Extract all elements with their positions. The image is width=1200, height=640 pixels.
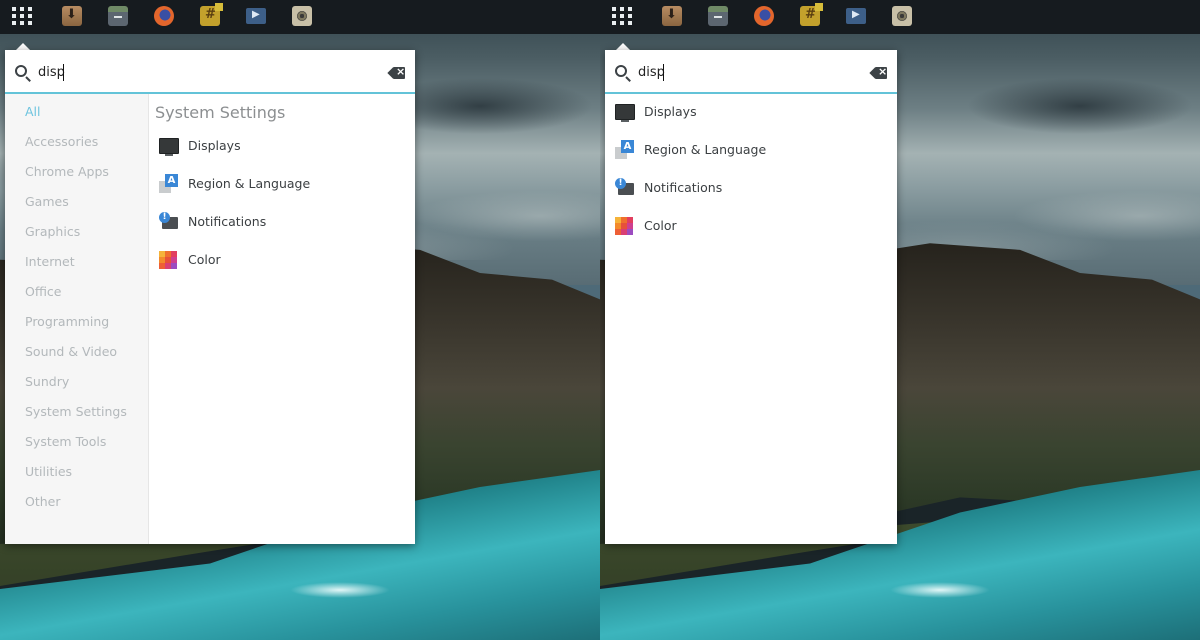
hexchat-icon[interactable] bbox=[200, 3, 223, 26]
category-utilities[interactable]: Utilities bbox=[25, 464, 72, 479]
desktop-categorized-view: × All Accessories Chrome Apps Games Grap… bbox=[0, 0, 600, 640]
result-notifications[interactable]: Notifications bbox=[159, 208, 409, 238]
video-player-icon[interactable] bbox=[846, 8, 866, 24]
notifications-icon bbox=[159, 212, 179, 232]
result-notifications[interactable]: Notifications bbox=[615, 174, 885, 204]
app-launcher-popover: × Displays Region & Language Notificatio… bbox=[605, 50, 897, 544]
result-label: Notifications bbox=[644, 180, 723, 195]
region-language-icon bbox=[615, 140, 635, 160]
downloads-icon[interactable] bbox=[62, 6, 82, 26]
applications-menu-button[interactable] bbox=[12, 7, 34, 27]
result-label: Region & Language bbox=[188, 176, 311, 191]
color-icon bbox=[159, 251, 177, 269]
search-bar: × bbox=[5, 50, 415, 94]
result-label: Notifications bbox=[188, 214, 267, 229]
top-panel bbox=[600, 0, 1200, 34]
video-player-icon[interactable] bbox=[246, 8, 266, 24]
search-bar: × bbox=[605, 50, 897, 94]
display-icon bbox=[615, 104, 635, 122]
section-title: System Settings bbox=[155, 103, 286, 122]
text-caret bbox=[63, 64, 64, 81]
downloads-icon[interactable] bbox=[662, 6, 682, 26]
app-launcher-popover: × All Accessories Chrome Apps Games Grap… bbox=[5, 50, 415, 544]
category-internet[interactable]: Internet bbox=[25, 254, 75, 269]
category-system-tools[interactable]: System Tools bbox=[25, 434, 106, 449]
firefox-icon[interactable] bbox=[754, 6, 774, 26]
category-programming[interactable]: Programming bbox=[25, 314, 109, 329]
category-graphics[interactable]: Graphics bbox=[25, 224, 80, 239]
category-sound-video[interactable]: Sound & Video bbox=[25, 344, 117, 359]
category-accessories[interactable]: Accessories bbox=[25, 134, 98, 149]
category-other[interactable]: Other bbox=[25, 494, 61, 509]
display-icon bbox=[159, 138, 179, 156]
search-icon bbox=[15, 65, 27, 77]
clear-search-icon[interactable]: × bbox=[389, 65, 405, 79]
archive-manager-icon[interactable] bbox=[708, 6, 728, 26]
archive-manager-icon[interactable] bbox=[108, 6, 128, 26]
result-displays[interactable]: Displays bbox=[159, 132, 409, 162]
category-sidebar: All Accessories Chrome Apps Games Graphi… bbox=[5, 94, 149, 544]
result-label: Displays bbox=[644, 104, 697, 119]
result-color[interactable]: Color bbox=[159, 246, 409, 276]
clear-search-icon[interactable]: × bbox=[871, 65, 887, 79]
search-input[interactable] bbox=[638, 64, 838, 82]
category-office[interactable]: Office bbox=[25, 284, 62, 299]
desktop-compact-view: × Displays Region & Language Notificatio… bbox=[600, 0, 1200, 640]
category-system-settings[interactable]: System Settings bbox=[25, 404, 127, 419]
hexchat-icon[interactable] bbox=[800, 3, 823, 26]
result-label: Color bbox=[188, 252, 221, 267]
text-caret bbox=[663, 64, 664, 81]
category-games[interactable]: Games bbox=[25, 194, 69, 209]
speaker-icon[interactable] bbox=[892, 6, 912, 26]
region-language-icon bbox=[159, 174, 179, 194]
popover-pointer bbox=[616, 43, 630, 50]
result-label: Region & Language bbox=[644, 142, 767, 157]
firefox-icon[interactable] bbox=[154, 6, 174, 26]
applications-menu-button[interactable] bbox=[612, 7, 634, 27]
result-color[interactable]: Color bbox=[615, 212, 885, 242]
speaker-icon[interactable] bbox=[292, 6, 312, 26]
category-sundry[interactable]: Sundry bbox=[25, 374, 69, 389]
result-region-language[interactable]: Region & Language bbox=[159, 170, 409, 200]
search-input[interactable] bbox=[38, 64, 238, 82]
category-chrome-apps[interactable]: Chrome Apps bbox=[25, 164, 109, 179]
notifications-icon bbox=[615, 178, 635, 198]
result-region-language[interactable]: Region & Language bbox=[615, 136, 885, 166]
search-icon bbox=[615, 65, 627, 77]
result-label: Displays bbox=[188, 138, 241, 153]
top-panel bbox=[0, 0, 600, 34]
result-label: Color bbox=[644, 218, 677, 233]
color-icon bbox=[615, 217, 633, 235]
category-all[interactable]: All bbox=[25, 104, 41, 119]
popover-pointer bbox=[16, 43, 30, 50]
result-displays[interactable]: Displays bbox=[615, 98, 885, 128]
